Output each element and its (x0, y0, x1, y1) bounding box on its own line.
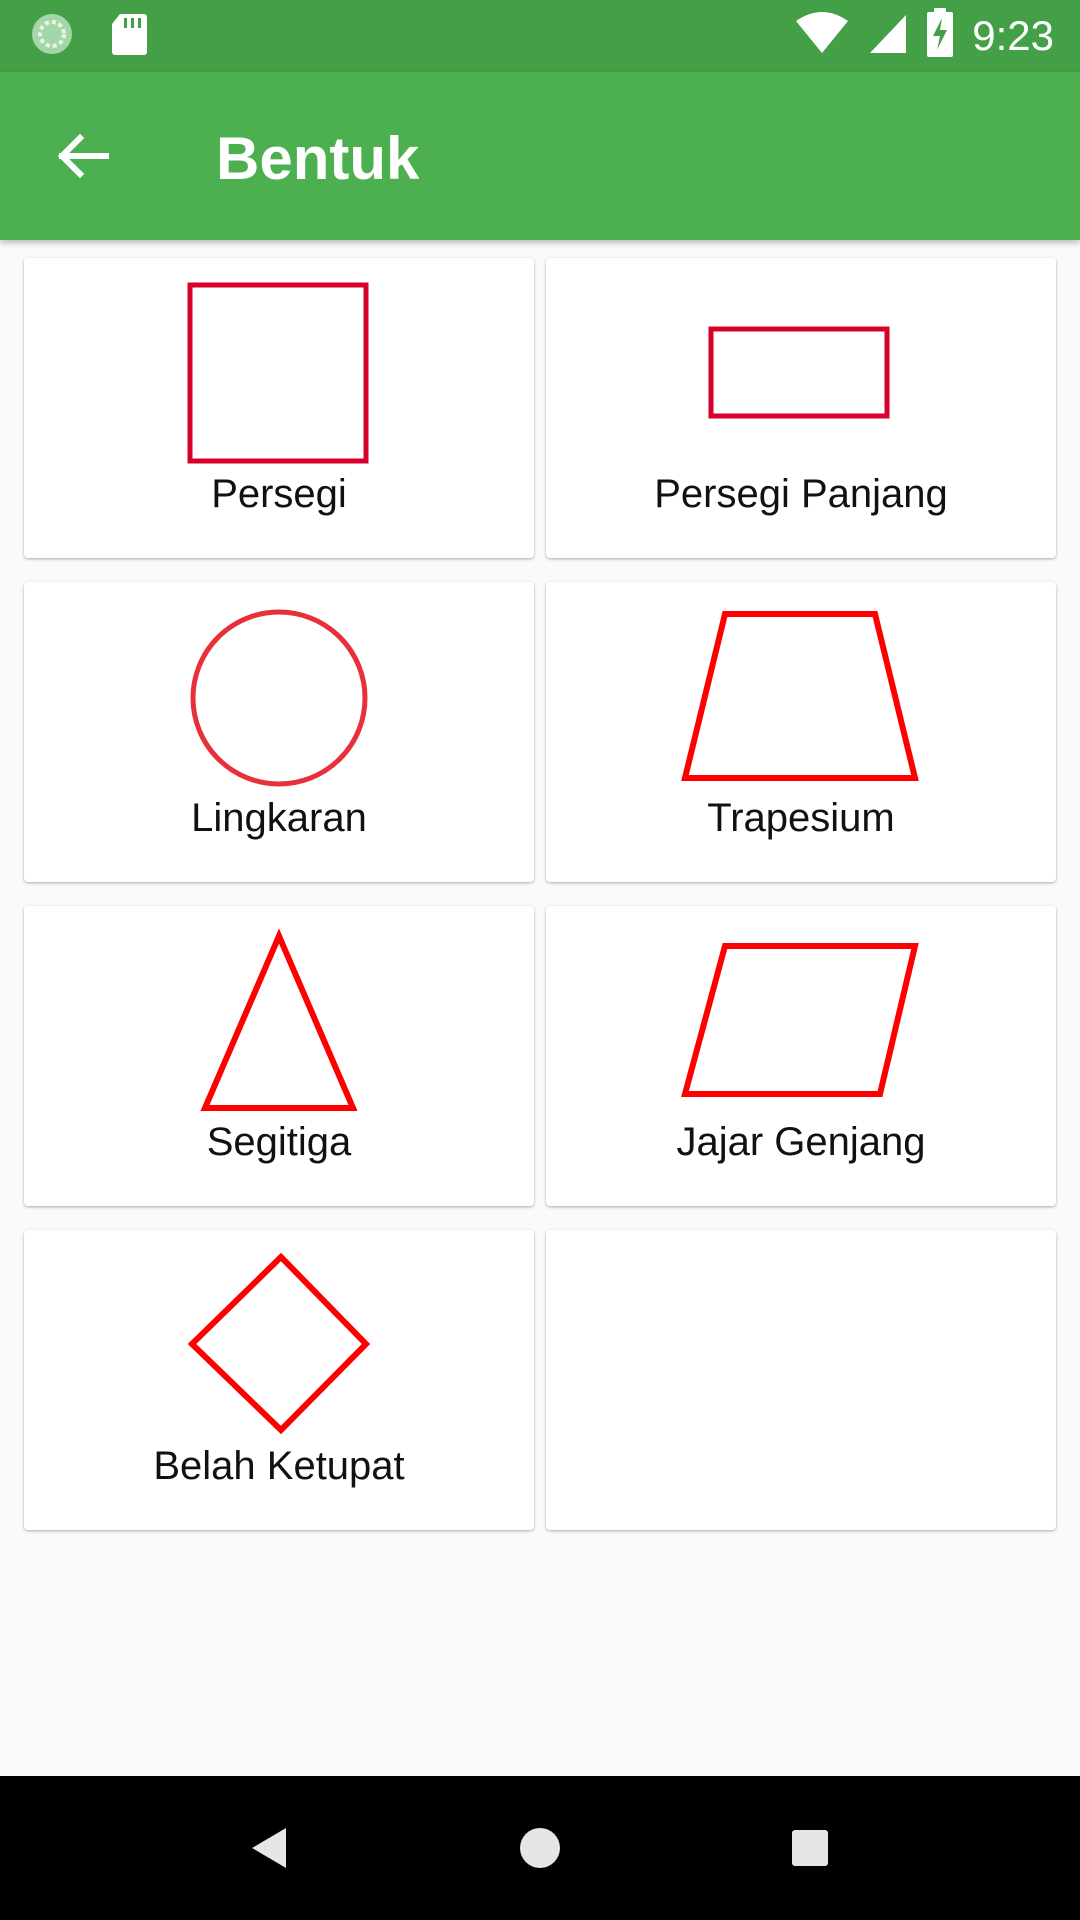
shape-card-persegi-panjang[interactable]: Persegi Panjang (546, 258, 1056, 558)
rectangle-icon (708, 326, 890, 419)
nav-home-button[interactable] (504, 1812, 576, 1884)
square-icon (187, 282, 369, 464)
shape-card-persegi[interactable]: Persegi (24, 258, 534, 558)
circle-icon (190, 609, 368, 787)
rhombus-icon (187, 1252, 371, 1435)
shape-label: Belah Ketupat (153, 1444, 405, 1488)
cell-signal-icon (868, 11, 908, 60)
sd-card-icon (110, 12, 148, 61)
nav-back-button[interactable] (234, 1812, 306, 1884)
status-time: 9:23 (972, 11, 1054, 59)
status-bar: 9:23 (0, 0, 1080, 72)
shape-label: Persegi Panjang (654, 472, 948, 516)
shape-label: Segitiga (206, 1120, 352, 1164)
shape-card-belah-ketupat[interactable]: Belah Ketupat (24, 1230, 534, 1530)
recents-square-icon (792, 1830, 828, 1866)
home-circle-icon (520, 1828, 560, 1868)
triangle-icon (200, 928, 358, 1111)
battery-charging-icon (926, 8, 954, 63)
wifi-icon (794, 11, 850, 60)
shape-label: Jajar Genjang (676, 1120, 926, 1164)
page-title: Bentuk (216, 125, 420, 192)
nav-recents-button[interactable] (774, 1812, 846, 1884)
empty-card (546, 1230, 1056, 1530)
shape-label: Trapesium (707, 796, 895, 840)
loading-circle-icon (30, 12, 74, 61)
shape-card-trapesium[interactable]: Trapesium (546, 582, 1056, 882)
shape-label: Persegi (211, 472, 347, 516)
shape-card-segitiga[interactable]: Segitiga (24, 906, 534, 1206)
navigation-bar (0, 1776, 1080, 1920)
app-bar: Bentuk (0, 72, 1080, 240)
back-button[interactable] (44, 116, 124, 196)
shape-card-jajar-genjang[interactable]: Jajar Genjang (546, 906, 1056, 1206)
shape-label: Lingkaran (191, 796, 367, 840)
parallelogram-icon (681, 943, 919, 1097)
arrow-back-icon (57, 133, 109, 179)
trapezoid-icon (681, 611, 919, 781)
back-triangle-icon (252, 1828, 286, 1868)
shape-grid: Persegi Persegi Panjang Lingkaran Trapes… (24, 258, 1056, 1530)
shape-card-lingkaran[interactable]: Lingkaran (24, 582, 534, 882)
